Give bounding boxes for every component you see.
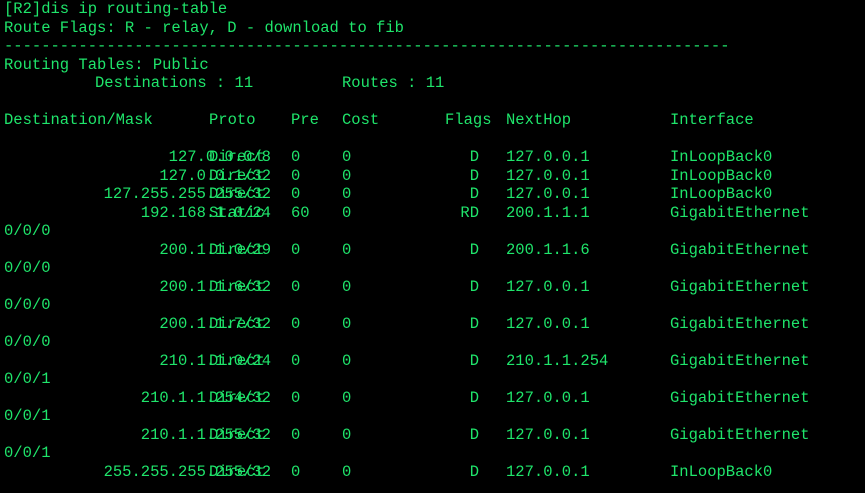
route-cost: 0 <box>342 148 352 166</box>
route-flags: RD <box>460 203 479 222</box>
route-interface: GigabitEthernet <box>670 314 810 333</box>
route-proto: Direct <box>209 314 265 333</box>
route-interface: GigabitEthernet <box>670 351 810 370</box>
route-interface: GigabitEthernet <box>670 388 810 407</box>
route-nexthop: 200.1.1.1 <box>506 203 590 222</box>
route-cost: 0 <box>342 425 352 444</box>
route-cost: 0 <box>342 351 352 370</box>
route-proto: Direct <box>209 425 265 444</box>
header-proto: Proto <box>209 111 256 129</box>
route-cost: 0 <box>342 462 352 481</box>
route-interface: InLoopBack0 <box>670 462 773 481</box>
route-proto: Direct <box>209 351 265 370</box>
route-cost: 0 <box>342 388 352 407</box>
route-pre: 0 <box>291 148 301 166</box>
header-nexthop: NextHop <box>506 111 572 129</box>
route-cost: 0 <box>342 240 352 259</box>
route-interface: InLoopBack0 <box>670 185 773 203</box>
route-proto: Direct <box>209 240 265 259</box>
route-pre: 0 <box>291 166 301 185</box>
route-interface-wrap: 0/0/1 <box>4 407 51 425</box>
route-flags: D <box>469 240 479 259</box>
route-nexthop: 127.0.0.1 <box>506 185 590 203</box>
route-flags: D <box>469 148 479 166</box>
header-flags: Flags <box>445 111 492 129</box>
route-flags: D <box>469 425 479 444</box>
route-pre: 0 <box>291 185 301 203</box>
route-proto: Direct <box>209 185 265 203</box>
route-flags: D <box>469 314 479 333</box>
route-nexthop: 210.1.1.254 <box>506 351 609 370</box>
header-pre: Pre <box>291 111 319 129</box>
route-interface: InLoopBack0 <box>670 166 773 185</box>
route-proto: Direct <box>209 148 265 166</box>
separator-line: ----------------------------------------… <box>4 37 730 55</box>
routing-tables-label: Routing Tables: Public <box>4 55 209 74</box>
route-nexthop: 200.1.1.6 <box>506 240 590 259</box>
route-nexthop: 127.0.0.1 <box>506 314 590 333</box>
route-pre: 0 <box>291 462 301 481</box>
route-interface: GigabitEthernet <box>670 277 810 296</box>
route-nexthop: 127.0.0.1 <box>506 425 590 444</box>
route-flags-legend: Route Flags: R - relay, D - download to … <box>4 18 404 37</box>
route-pre: 60 <box>291 203 310 222</box>
route-proto: Direct <box>209 277 265 296</box>
route-pre: 0 <box>291 351 301 370</box>
route-interface-wrap: 0/0/0 <box>4 222 51 240</box>
route-interface: GigabitEthernet <box>670 240 810 259</box>
route-cost: 0 <box>342 314 352 333</box>
route-cost: 0 <box>342 185 352 203</box>
route-pre: 0 <box>291 388 301 407</box>
command-line: [R2]dis ip routing-table <box>4 0 228 18</box>
route-interface: GigabitEthernet <box>670 203 810 222</box>
route-pre: 0 <box>291 425 301 444</box>
route-interface: GigabitEthernet <box>670 425 810 444</box>
route-pre: 0 <box>291 314 301 333</box>
route-flags: D <box>469 462 479 481</box>
route-nexthop: 127.0.0.1 <box>506 166 590 185</box>
route-pre: 0 <box>291 277 301 296</box>
route-flags: D <box>469 388 479 407</box>
route-interface-wrap: 0/0/0 <box>4 333 51 351</box>
routes-count: Routes : 11 <box>342 74 445 92</box>
route-flags: D <box>469 351 479 370</box>
route-cost: 0 <box>342 277 352 296</box>
route-nexthop: 127.0.0.1 <box>506 277 590 296</box>
route-interface-wrap: 0/0/0 <box>4 296 51 314</box>
route-interface: InLoopBack0 <box>670 148 773 166</box>
route-flags: D <box>469 166 479 185</box>
route-proto: Direct <box>209 388 265 407</box>
header-destination-mask: Destination/Mask <box>4 111 153 129</box>
header-interface: Interface <box>670 111 754 129</box>
route-proto: Direct <box>209 166 265 185</box>
route-pre: 0 <box>291 240 301 259</box>
header-cost: Cost <box>342 111 380 129</box>
destinations-count: Destinations : 11 <box>95 74 254 92</box>
route-interface-wrap: 0/0/1 <box>4 370 51 388</box>
route-proto: Direct <box>209 462 265 481</box>
terminal-window[interactable]: [R2]dis ip routing-table Route Flags: R … <box>4 0 862 493</box>
route-proto: Static <box>209 203 265 222</box>
route-nexthop: 127.0.0.1 <box>506 462 590 481</box>
route-interface-wrap: 0/0/1 <box>4 444 51 462</box>
route-cost: 0 <box>342 166 352 185</box>
route-interface-wrap: 0/0/0 <box>4 259 51 277</box>
route-flags: D <box>469 277 479 296</box>
route-flags: D <box>469 185 479 203</box>
route-nexthop: 127.0.0.1 <box>506 388 590 407</box>
route-nexthop: 127.0.0.1 <box>506 148 590 166</box>
route-cost: 0 <box>342 203 352 222</box>
